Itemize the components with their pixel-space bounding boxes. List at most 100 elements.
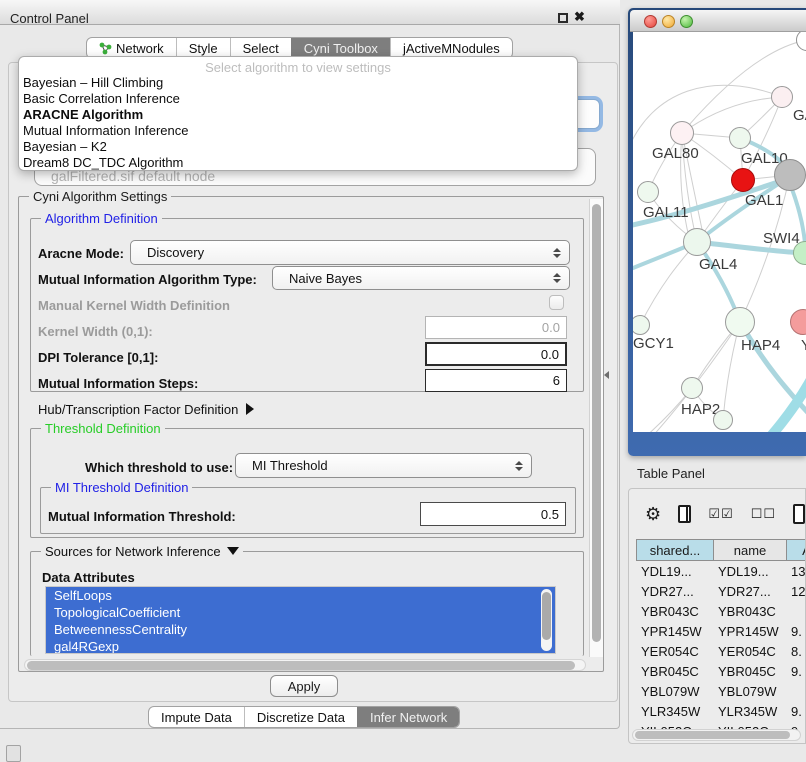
dropdown-prompt: Select algorithm to view settings (19, 60, 577, 75)
manual-kernel-checkbox[interactable] (549, 295, 564, 310)
table-row[interactable]: YBL079WYBL079W (636, 681, 805, 701)
algorithm-dropdown-popup: Select algorithm to view settings Bayesi… (18, 56, 578, 171)
dropdown-item[interactable]: Mutual Information Inference (19, 123, 577, 139)
dropdown-item[interactable]: Basic Correlation Inference (19, 91, 577, 107)
tab-label: jActiveMNodules (403, 41, 500, 56)
aracne-mode-value: Discovery (147, 245, 553, 260)
hub-definition-toggle[interactable]: Hub/Transcription Factor Definition (38, 402, 254, 417)
table-cell: YPR145W (636, 621, 713, 641)
network-node-gal4[interactable] (683, 228, 711, 256)
table-cell: YPR145W (713, 621, 786, 641)
float-window-icon[interactable] (558, 13, 568, 23)
network-canvas[interactable]: GALGAL80GAL10GAL1GAL11GAL4SWI4GCY1HAP4YH… (633, 32, 806, 432)
aracne-mode-combo[interactable]: Discovery (130, 240, 570, 265)
table-cell: YBR043C (636, 601, 713, 621)
node-label: GCY1 (633, 335, 674, 352)
dpi-tolerance-field[interactable]: 0.0 (425, 342, 567, 366)
tab-discretize-data[interactable]: Discretize Data (244, 707, 357, 727)
sources-toggle[interactable]: Sources for Network Inference (41, 544, 243, 559)
close-icon[interactable]: ✖ (574, 9, 585, 25)
network-node-gal11[interactable] (637, 181, 659, 203)
table-row[interactable]: YPR145WYPR145W9. (636, 621, 805, 641)
dropdown-item[interactable]: Bayesian – K2 (19, 139, 577, 155)
apply-button[interactable]: Apply (270, 675, 338, 697)
network-node-gal[interactable] (771, 86, 793, 108)
tab-label: Select (243, 41, 279, 56)
table-cell (786, 601, 806, 621)
table-cell: YDR27... (636, 581, 713, 601)
mi-type-value: Naive Bayes (289, 271, 553, 286)
table-horizontal-scrollbar[interactable] (632, 729, 801, 741)
node-label: Y (801, 337, 806, 354)
table-cell: YER054C (713, 641, 786, 661)
mac-zoom-icon[interactable] (680, 15, 693, 28)
table-cell: 9. (786, 701, 806, 721)
bottom-tab-bar: Impute DataDiscretize DataInfer Network (148, 706, 460, 728)
data-attributes-list[interactable]: SelfLoopsTopologicalCoefficientBetweenne… (45, 586, 556, 654)
which-threshold-combo[interactable]: MI Threshold (235, 453, 532, 478)
table-row[interactable]: YLR345WYLR345W9. (636, 701, 805, 721)
table-cell: YDL19... (713, 561, 786, 581)
node-label: HAP4 (741, 337, 780, 354)
tab-cyni-toolbox[interactable]: Cyni Toolbox (291, 38, 390, 58)
tab-select[interactable]: Select (230, 38, 291, 58)
mac-minimize-icon[interactable] (662, 15, 675, 28)
table-row[interactable]: YDR27...YDR27...12 (636, 581, 805, 601)
network-node[interactable] (713, 410, 733, 430)
node-label: GAL1 (745, 192, 783, 209)
table-cell: YBR045C (636, 661, 713, 681)
mi-threshold-field[interactable]: 0.5 (420, 502, 566, 526)
table-panel: ⚙ ☑☑ ☐☐ shared...nameA YDL19...YDL19...1… (628, 488, 806, 744)
network-node-gal80[interactable] (670, 121, 694, 145)
table-cell: 9. (786, 621, 806, 641)
tab-jactivemnodules[interactable]: jActiveMNodules (390, 38, 512, 58)
network-node[interactable] (774, 159, 806, 191)
split-view-icon[interactable] (678, 505, 691, 523)
network-window-titlebar (630, 10, 806, 32)
gear-icon[interactable]: ⚙ (645, 504, 661, 524)
settings-vertical-scrollbar[interactable] (589, 199, 603, 657)
partial-corner-widget (6, 745, 21, 762)
column-header[interactable]: shared... (637, 540, 714, 560)
table-row[interactable]: YER054CYER054C8. (636, 641, 805, 661)
column-header[interactable]: A (787, 540, 806, 560)
kernel-width-label: Kernel Width (0,1): (38, 324, 153, 339)
attribute-list-item[interactable]: BetweennessCentrality (46, 621, 555, 638)
table-header-row: shared...nameA (636, 539, 805, 561)
attribute-list-item[interactable]: SelfLoops (46, 587, 555, 604)
deselect-all-columns-icon[interactable]: ☐☐ (751, 506, 776, 522)
dropdown-item[interactable]: Dream8 DC_TDC Algorithm (19, 155, 577, 171)
network-node-gal1[interactable] (731, 168, 755, 192)
select-all-columns-icon[interactable]: ☑☑ (708, 506, 733, 522)
dropdown-item[interactable]: Bayesian – Hill Climbing (19, 75, 577, 91)
which-threshold-label: Which threshold to use: (85, 460, 233, 475)
attribute-list-item[interactable]: TopologicalCoefficient (46, 604, 555, 621)
tab-style[interactable]: Style (176, 38, 230, 58)
tab-network[interactable]: Network (87, 38, 176, 58)
column-header[interactable]: name (714, 540, 787, 560)
network-node-hap2[interactable] (681, 377, 703, 399)
settings-horizontal-scrollbar[interactable] (24, 659, 586, 671)
mi-steps-field[interactable]: 6 (425, 369, 567, 392)
pane-divider-grip[interactable] (604, 371, 609, 379)
node-label: GAL11 (643, 204, 689, 221)
network-node-hap4[interactable] (725, 307, 755, 337)
mac-close-icon[interactable] (644, 15, 657, 28)
tab-label: Cyni Toolbox (304, 41, 378, 56)
table-row[interactable]: YBR043CYBR043C (636, 601, 805, 621)
table-row[interactable]: YBR045CYBR045C9. (636, 661, 805, 681)
attribute-list-item[interactable]: gal4RGexp (46, 638, 555, 654)
tab-infer-network[interactable]: Infer Network (357, 707, 459, 727)
attr-list-scrollbar[interactable] (541, 589, 552, 651)
mi-type-label: Mutual Information Algorithm Type: (38, 272, 257, 287)
tab-impute-data[interactable]: Impute Data (149, 707, 244, 727)
table-cell: 13 (786, 561, 806, 581)
table-cell: 8. (786, 641, 806, 661)
table-cell: YLR345W (636, 701, 713, 721)
table-panel-title: Table Panel (637, 466, 705, 481)
mi-type-combo[interactable]: Naive Bayes (272, 266, 570, 290)
dropdown-item[interactable]: ARACNE Algorithm (19, 107, 577, 123)
export-table-icon[interactable] (793, 504, 805, 524)
table-row[interactable]: YDL19...YDL19...13 (636, 561, 805, 581)
network-node-gal10[interactable] (729, 127, 751, 149)
